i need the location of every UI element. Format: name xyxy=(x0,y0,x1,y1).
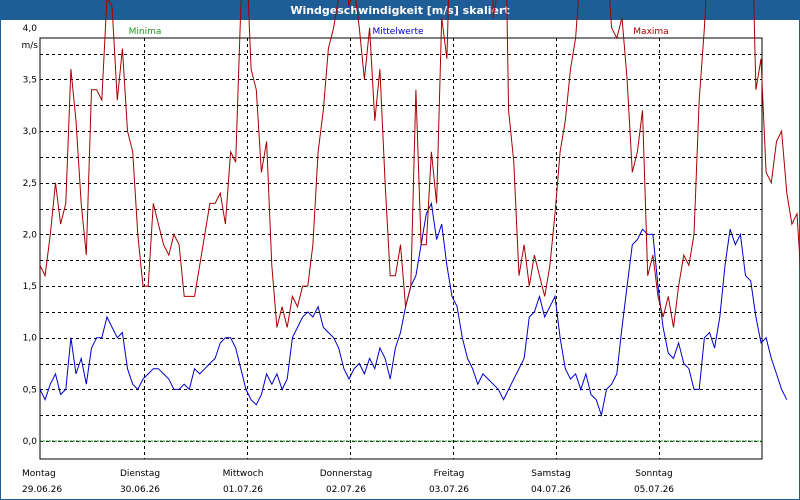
series-line-maxima xyxy=(39,0,800,328)
x-tick-date: 05.07.26 xyxy=(634,485,674,495)
x-tick-day: Freitag xyxy=(434,469,465,479)
series-line-mittelwerte xyxy=(39,201,788,418)
x-tick-day: Montag xyxy=(22,469,56,479)
y-axis-label: m/s xyxy=(22,41,39,51)
x-tick-date: 03.07.26 xyxy=(429,485,469,495)
x-tick-date: 01.07.26 xyxy=(223,485,263,495)
y-tick-label: 2,0 xyxy=(23,230,38,240)
x-tick-day: Mittwoch xyxy=(223,469,264,479)
y-tick-label: 3,5 xyxy=(23,75,37,85)
y-tick-label: 2,5 xyxy=(23,179,37,189)
x-tick-day: Donnerstag xyxy=(320,469,373,479)
y-tick-label: 0,5 xyxy=(23,385,37,395)
x-tick-date: 02.07.26 xyxy=(326,485,366,495)
x-tick-date: 29.06.26 xyxy=(22,485,62,495)
x-tick-day: Sonntag xyxy=(635,469,672,479)
x-tick-day: Samstag xyxy=(531,469,570,479)
y-tick-label: 1,0 xyxy=(23,334,38,344)
legend-maxima: Maxima xyxy=(633,27,668,37)
y-tick-label: 0,0 xyxy=(23,437,38,447)
legend-mittelwerte: Mittelwerte xyxy=(372,27,423,37)
y-tick-label: 1,5 xyxy=(23,282,37,292)
x-tick-date: 04.07.26 xyxy=(531,485,571,495)
y-tick-label: 3,0 xyxy=(23,127,38,137)
x-tick-day: Dienstag xyxy=(120,469,160,479)
chart-svg: 0,00,51,01,52,02,53,03,54,04,55,05,56,06… xyxy=(22,0,800,495)
x-tick-date: 30.06.26 xyxy=(120,485,160,495)
y-tick-label: 4,0 xyxy=(23,24,38,34)
legend-minima: Minima xyxy=(129,27,162,37)
